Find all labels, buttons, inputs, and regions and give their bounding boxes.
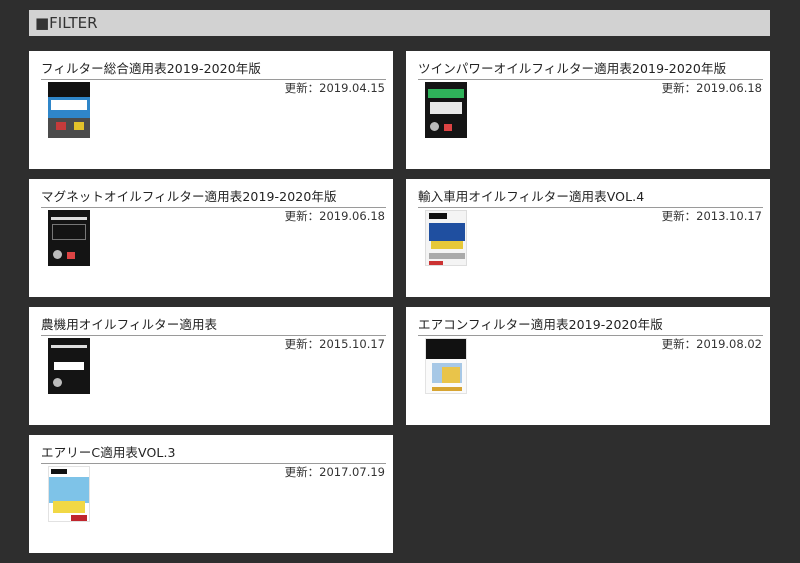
card-title-link[interactable]: 農機用オイルフィルター適用表	[41, 314, 386, 336]
catalog-card[interactable]: マグネットオイルフィルター適用表2019-2020年版 更新：2019.06.1…	[29, 179, 393, 297]
updated-date: 更新：2019.06.18	[661, 81, 762, 95]
updated-date: 更新：2015.10.17	[284, 337, 385, 351]
catalog-card[interactable]: エアコンフィルター適用表2019-2020年版 更新：2019.08.02	[406, 307, 770, 425]
catalog-cover-thumbnail[interactable]	[48, 338, 90, 394]
updated-date: 更新：2019.04.15	[284, 81, 385, 95]
section-title: ■FILTER	[35, 14, 98, 32]
card-title-link[interactable]: エアリーC適用表VOL.3	[41, 442, 386, 464]
catalog-cover-thumbnail[interactable]	[48, 210, 90, 266]
card-title-link[interactable]: エアコンフィルター適用表2019-2020年版	[418, 314, 763, 336]
catalog-card[interactable]: エアリーC適用表VOL.3 更新：2017.07.19	[29, 435, 393, 553]
catalog-card[interactable]: ツインパワーオイルフィルター適用表2019-2020年版 更新：2019.06.…	[406, 51, 770, 169]
card-title-link[interactable]: 輸入車用オイルフィルター適用表VOL.4	[418, 186, 763, 208]
card-title-link[interactable]: フィルター総合適用表2019-2020年版	[41, 58, 386, 80]
updated-date: 更新：2019.06.18	[284, 209, 385, 223]
catalog-cover-thumbnail[interactable]	[48, 466, 90, 522]
section-header-filter: ■FILTER	[29, 10, 770, 36]
updated-date: 更新：2019.08.02	[661, 337, 762, 351]
catalog-cover-thumbnail[interactable]	[425, 338, 467, 394]
catalog-cover-thumbnail[interactable]	[48, 82, 90, 138]
catalog-card[interactable]: フィルター総合適用表2019-2020年版 更新：2019.04.15	[29, 51, 393, 169]
updated-date: 更新：2013.10.17	[661, 209, 762, 223]
card-title-link[interactable]: マグネットオイルフィルター適用表2019-2020年版	[41, 186, 386, 208]
catalog-cover-thumbnail[interactable]	[425, 210, 467, 266]
catalog-card[interactable]: 農機用オイルフィルター適用表 更新：2015.10.17	[29, 307, 393, 425]
card-title-link[interactable]: ツインパワーオイルフィルター適用表2019-2020年版	[418, 58, 763, 80]
catalog-cover-thumbnail[interactable]	[425, 82, 467, 138]
updated-date: 更新：2017.07.19	[284, 465, 385, 479]
catalog-card[interactable]: 輸入車用オイルフィルター適用表VOL.4 更新：2013.10.17	[406, 179, 770, 297]
